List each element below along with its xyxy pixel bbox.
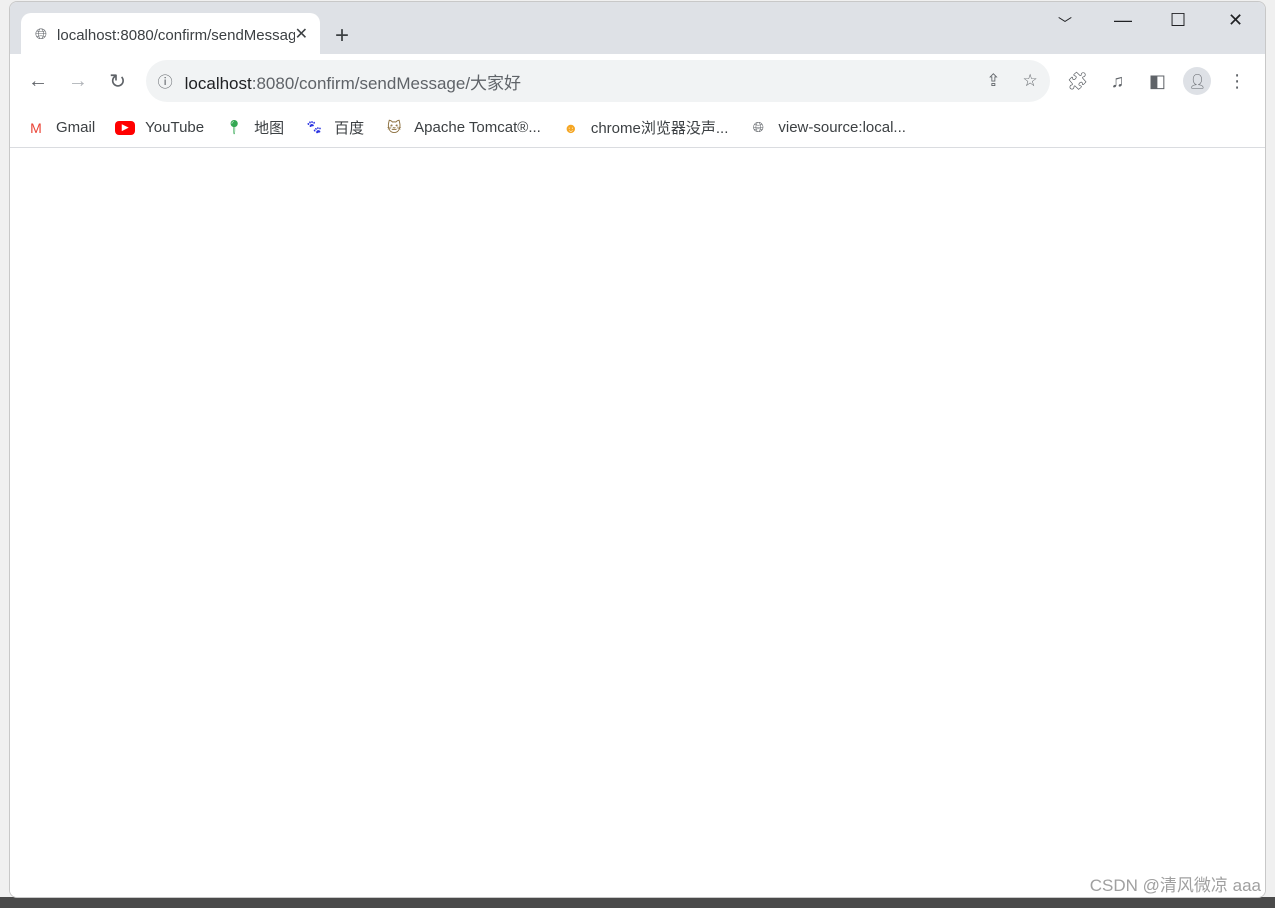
toolbar: ← → ↻ ⓘ localhost:8080/confirm/sendMessa… bbox=[10, 54, 1265, 108]
bookmark-item[interactable]: 🐾︎ 百度 bbox=[304, 117, 364, 138]
globe-icon: 🌐︎ bbox=[35, 25, 48, 43]
bookmark-item[interactable]: 🌐︎ view-source:local... bbox=[748, 118, 906, 138]
tab-title: localhost:8080/confirm/sendMessage/大家好 bbox=[57, 26, 295, 44]
gmail-icon: M bbox=[30, 119, 42, 136]
bookmark-item[interactable]: M Gmail bbox=[26, 118, 95, 138]
address-bar[interactable]: ⓘ localhost:8080/confirm/sendMessage/大家好… bbox=[145, 60, 1050, 102]
url-host: localhost bbox=[184, 73, 252, 93]
baidu-icon: 🐾︎ bbox=[305, 119, 324, 135]
menu-icon[interactable]: ⋮ bbox=[1217, 61, 1257, 101]
bookmark-label: 地图 bbox=[254, 120, 285, 137]
share-icon[interactable]: ⇪ bbox=[986, 71, 1000, 91]
bookmarks-bar: M Gmail ▶ YouTube 📍︎ 地图 🐾︎ 百度 🐱︎ Apache Tomcat®..… bbox=[10, 108, 1265, 148]
back-button[interactable]: ← bbox=[18, 61, 58, 101]
media-icon[interactable]: ♫ bbox=[1098, 61, 1138, 101]
tab-search-icon[interactable]: ﹀ bbox=[1058, 14, 1072, 34]
bookmark-label: Gmail bbox=[56, 119, 96, 136]
tab-strip: 🌐︎ localhost:8080/confirm/sendMessage/大家… bbox=[10, 2, 1265, 55]
side-panel-icon[interactable]: ◧ bbox=[1137, 61, 1177, 101]
tab-active[interactable]: 🌐︎ localhost:8080/confirm/sendMessage/大家… bbox=[21, 13, 320, 55]
extensions-icon[interactable]: 🧩︎ bbox=[1058, 61, 1098, 101]
bookmark-label: 百度 bbox=[334, 120, 365, 137]
tomcat-icon: 🐱︎ bbox=[386, 119, 402, 135]
bookmark-item[interactable]: ▶ YouTube bbox=[115, 119, 204, 136]
forward-button[interactable]: → bbox=[58, 61, 98, 101]
bookmark-label: chrome浏览器没声... bbox=[590, 120, 729, 137]
bookmark-item[interactable]: 🐱︎ Apache Tomcat®... bbox=[384, 118, 541, 138]
minimize-button[interactable]: — bbox=[1114, 10, 1132, 31]
reload-button[interactable]: ↻ bbox=[98, 61, 138, 101]
youtube-icon: ▶ bbox=[115, 120, 136, 135]
page-content: CSDN @清风微凉 aaa bbox=[10, 149, 1265, 897]
close-window-button[interactable]: ✕ bbox=[1228, 10, 1243, 31]
new-tab-button[interactable]: + bbox=[335, 22, 349, 50]
bookmark-label: YouTube bbox=[145, 119, 205, 136]
bookmark-item[interactable]: 📍︎ 地图 bbox=[224, 117, 284, 138]
taskbar-strip bbox=[0, 897, 1275, 908]
bookmark-item[interactable]: ☻ chrome浏览器没声... bbox=[561, 117, 729, 138]
watermark: CSDN @清风微凉 aaa bbox=[1089, 876, 1261, 895]
bookmark-star-icon[interactable]: ☆ bbox=[1022, 71, 1037, 91]
profile-avatar[interactable]: 👤︎ bbox=[1177, 61, 1217, 101]
globe-icon: 🌐︎ bbox=[752, 119, 764, 135]
bookmark-label: Apache Tomcat®... bbox=[414, 119, 541, 136]
browser-window: 🌐︎ localhost:8080/confirm/sendMessage/大家… bbox=[9, 1, 1266, 898]
maps-icon: 📍︎ bbox=[225, 119, 244, 135]
url-path: :8080/confirm/sendMessage/大家好 bbox=[251, 73, 522, 93]
close-tab-icon[interactable]: ✕ bbox=[295, 24, 308, 44]
smiley-icon: ☻ bbox=[563, 119, 579, 136]
maximize-button[interactable]: ☐ bbox=[1170, 10, 1186, 31]
info-icon[interactable]: ⓘ bbox=[158, 71, 173, 92]
bookmark-label: view-source:local... bbox=[778, 119, 906, 136]
